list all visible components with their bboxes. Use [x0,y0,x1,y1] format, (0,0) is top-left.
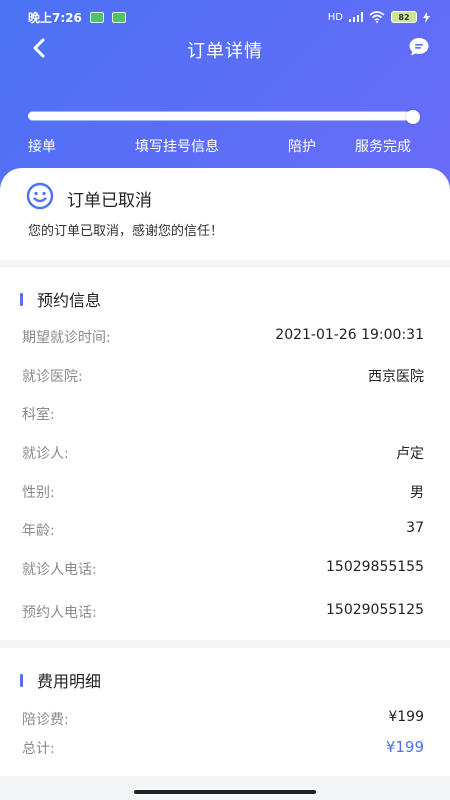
info-row-patient-phone: 就诊人电话: 15029855155 [22,559,424,579]
chat-bubble-icon[interactable] [408,36,430,58]
row-value: 15029055125 [326,602,424,618]
status-time: 晚上7:26 [28,10,82,25]
row-label: 性别: [22,485,55,501]
notification-app-icon [89,11,104,23]
row-label: 总计: [22,741,55,757]
section-accent-bar [20,673,23,687]
page-title: 订单详情 [187,41,263,62]
signal-icon [349,12,363,22]
fee-section-header: 费用明细 [20,668,101,692]
title-bar: 订单详情 [0,34,450,64]
charging-icon [423,11,430,23]
total-amount: ¥199 [385,738,424,756]
status-bar: 晚上7:26 HD 82 [28,8,430,26]
progress-fill [28,110,420,124]
step-escort: 陪护 [288,139,316,155]
row-value: 男 [410,485,424,501]
row-label: 陪诊费: [22,712,69,728]
info-row-booker-phone: 预约人电话: 15029055125 [22,602,424,622]
row-label: 科室: [22,407,55,423]
row-value: 2021-01-26 19:00:31 [275,327,424,343]
order-status-description: 您的订单已取消，感谢您的信任！ [28,224,224,239]
info-row-patient: 就诊人: 卢定 [22,443,424,463]
info-row-age: 年龄: 37 [22,520,424,540]
row-value: ¥199 [388,709,424,725]
home-indicator[interactable] [134,790,316,794]
row-label: 年龄: [22,523,55,539]
info-row-hospital: 就诊医院: 西京医院 [22,366,424,386]
progress-handle [406,110,420,124]
row-value: 西京医院 [368,369,424,385]
appointment-section: 预约信息 期望就诊时间: 2021-01-26 19:00:31 就诊医院: 西… [0,267,450,640]
battery-icon: 82 [391,11,417,23]
info-row-expected-time: 期望就诊时间: 2021-01-26 19:00:31 [22,327,424,347]
fee-row-total: 总计: ¥199 [22,738,424,758]
signal-label: HD [327,11,343,23]
smiley-face-icon [26,182,54,210]
fee-row-escort: 陪诊费: ¥199 [22,709,424,729]
wifi-icon [369,11,385,23]
info-row-gender: 性别: 男 [22,482,424,502]
appointment-section-header: 预约信息 [20,287,101,311]
section-title: 预约信息 [37,291,102,310]
row-label: 就诊医院: [22,369,83,385]
section-accent-bar [20,292,23,306]
row-value: 卢定 [396,446,424,462]
section-title: 费用明细 [37,672,102,691]
fee-section: 费用明细 陪诊费: ¥199 总计: ¥199 [0,648,450,776]
progress-steps: 接单 填写挂号信息 陪护 服务完成 [0,136,450,156]
step-fill-registration: 填写挂号信息 [135,139,219,155]
row-label: 预约人电话: [22,605,97,621]
row-label: 期望就诊时间: [22,330,111,346]
order-progress-bar [28,110,420,124]
row-value: 37 [406,520,424,536]
status-indicators: HD 82 [328,11,430,23]
step-accept-order: 接单 [28,139,56,155]
order-status-card: 订单已取消 您的订单已取消，感谢您的信任！ [0,168,450,260]
step-service-complete: 服务完成 [355,139,411,155]
order-status-title: 订单已取消 [67,191,152,211]
row-label: 就诊人: [22,446,69,462]
notification-app-icon-2 [111,11,126,23]
row-value: 15029855155 [326,559,424,575]
info-row-department: 科室: [22,404,424,424]
row-label: 就诊人电话: [22,562,97,578]
